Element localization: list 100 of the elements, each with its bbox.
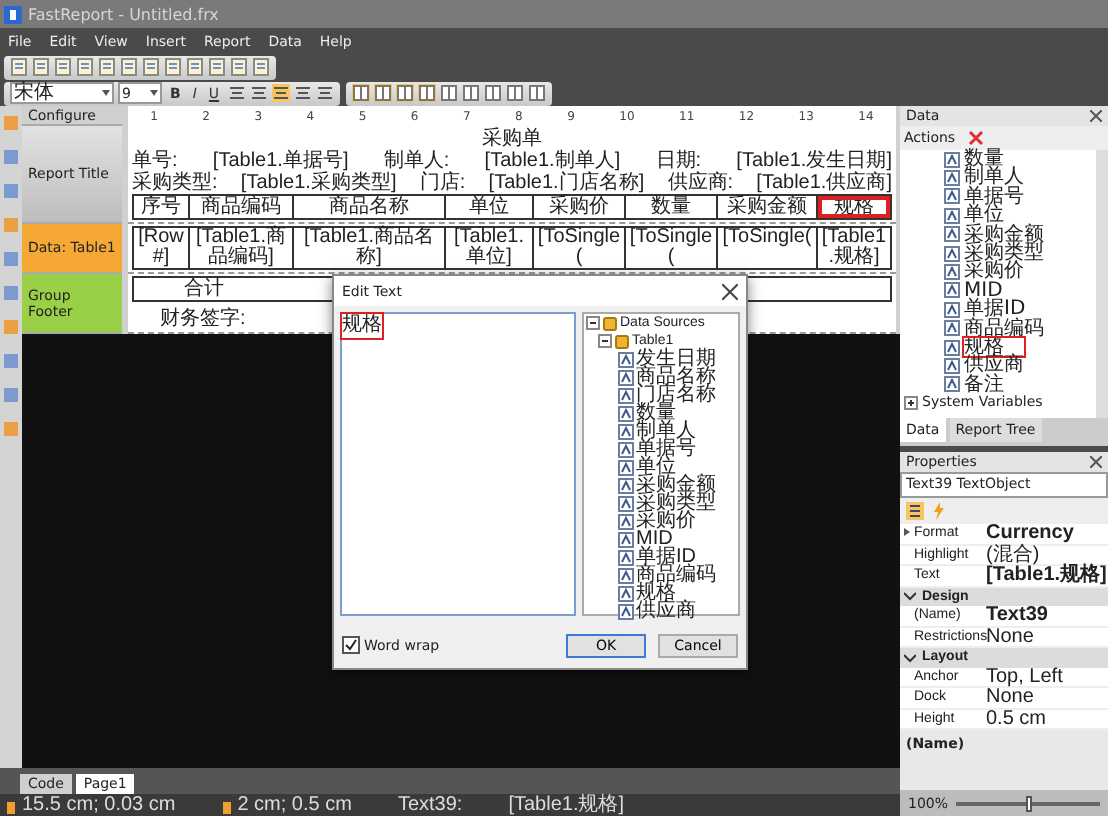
- page-icon[interactable]: [120, 58, 138, 76]
- tree-item[interactable]: 商品名称: [636, 368, 716, 386]
- tree-item[interactable]: 规格: [636, 584, 676, 602]
- tree-item[interactable]: 采购类型: [636, 494, 716, 512]
- close-icon[interactable]: [1090, 456, 1102, 468]
- close-icon[interactable]: [1090, 110, 1102, 122]
- report-text: [Table1.发生日期]: [736, 150, 892, 172]
- status-text: 2 cm; 0.5 cm: [237, 795, 352, 815]
- border-icon[interactable]: [483, 84, 502, 102]
- tree-item[interactable]: 数量: [636, 404, 676, 422]
- report-text: [Table1.门店名称]: [488, 172, 645, 194]
- tree-item[interactable]: 单据ID: [636, 548, 696, 566]
- page-icon[interactable]: [142, 58, 160, 76]
- table-cell: [Table1.商品名称]: [294, 228, 446, 268]
- align-icon[interactable]: [293, 84, 312, 102]
- property-value[interactable]: 0.5 cm: [986, 709, 1108, 728]
- table-cell-text: [Table1.规格]: [819, 228, 889, 268]
- sort-icon[interactable]: [906, 502, 924, 520]
- tree-item[interactable]: 商品编码: [964, 319, 1044, 338]
- tree-item[interactable]: MID: [964, 281, 1003, 301]
- tree-item[interactable]: 单位: [636, 458, 676, 476]
- report-text: [Table1.采购类型]: [240, 172, 397, 194]
- table-cell-text: 合计: [182, 278, 226, 300]
- tree-item[interactable]: MID: [636, 530, 673, 548]
- border-icon[interactable]: [417, 84, 436, 102]
- page-icon[interactable]: [98, 58, 116, 76]
- checkbox[interactable]: [342, 636, 360, 654]
- zoom-thumb[interactable]: [1025, 795, 1031, 811]
- property-value[interactable]: Currency: [986, 524, 1108, 543]
- tree-item[interactable]: 采购价: [964, 262, 1024, 282]
- status-text: 15.5 cm; 0.03 cm: [22, 795, 176, 815]
- status-text: [Table1.规格]: [508, 795, 625, 815]
- border-icon[interactable]: [527, 84, 546, 102]
- report-text: [Table1.供应商]: [756, 172, 892, 194]
- report-text: [Table1.制单人]: [484, 150, 621, 172]
- table-header-cell: 采购金额: [718, 196, 818, 218]
- border-icon[interactable]: [439, 84, 458, 102]
- document-icon[interactable]: [10, 58, 28, 76]
- tree-item[interactable]: 制单人: [636, 422, 696, 440]
- border-icon[interactable]: [351, 84, 370, 102]
- tree-item[interactable]: 供应商: [964, 356, 1024, 376]
- align-icon[interactable]: [227, 84, 246, 102]
- chevron-down-icon[interactable]: [904, 590, 916, 603]
- property-value[interactable]: Top, Left: [986, 667, 1108, 686]
- table-cell: [Table1.单位]: [446, 228, 534, 268]
- tree-item[interactable]: 单据号: [636, 440, 696, 458]
- property-value[interactable]: Text39: [986, 606, 1108, 625]
- table-cell: [Table1.商品编码]: [190, 228, 294, 268]
- close-icon[interactable]: [722, 283, 738, 299]
- border-icon[interactable]: [505, 84, 524, 102]
- table-header-cell: 商品名称: [294, 196, 446, 218]
- tree-item[interactable]: 发生日期: [636, 350, 716, 368]
- expand-icon[interactable]: [904, 396, 918, 411]
- property-value[interactable]: None: [986, 688, 1108, 707]
- report-text: 制单人:: [383, 150, 450, 172]
- chevron-down-icon[interactable]: [904, 651, 916, 664]
- border-icon[interactable]: [461, 84, 480, 102]
- app-icon: [4, 5, 22, 23]
- border-icon[interactable]: [395, 84, 414, 102]
- report-text: 单号:: [132, 150, 178, 172]
- property-value[interactable]: (混合): [986, 545, 1108, 564]
- tree-item[interactable]: 制单人: [964, 168, 1024, 188]
- window-title: FastReport - Untitled.frx: [28, 5, 219, 23]
- property-value[interactable]: None: [986, 627, 1108, 646]
- property-value[interactable]: [Table1.规格]: [986, 566, 1108, 585]
- editor-text: 规格: [342, 314, 382, 338]
- report-text: 财务签字:: [160, 308, 246, 330]
- tree-item[interactable]: 供应商: [636, 602, 696, 620]
- report-text: [Table1.单据号]: [212, 150, 349, 172]
- table-header-cell: 商品编码: [190, 196, 294, 218]
- tree-item[interactable]: 商品编码: [636, 566, 716, 584]
- align-icon[interactable]: [315, 84, 334, 102]
- tree-item[interactable]: 数量: [964, 150, 1004, 169]
- status-text: Text39:: [397, 795, 463, 815]
- table-cell: [ToSingle(: [626, 228, 718, 268]
- delete-icon[interactable]: [967, 130, 984, 146]
- font-combo[interactable]: 宋体: [10, 82, 114, 104]
- table-header-cell: 采购价: [534, 196, 626, 218]
- table-header-cell: 序号: [134, 196, 190, 218]
- report-text: 门店:: [419, 172, 466, 194]
- table-cell: [ToSingle(: [534, 228, 626, 268]
- align-icon[interactable]: [249, 84, 268, 102]
- table-header-cell: 单位: [446, 196, 534, 218]
- tree-item[interactable]: 采购价: [636, 512, 696, 530]
- align-icon[interactable]: [271, 84, 290, 102]
- report-text: 日期:: [655, 150, 702, 172]
- tree-item[interactable]: 单据ID: [964, 300, 1026, 320]
- page-icon[interactable]: [164, 58, 182, 76]
- collapse-icon[interactable]: [586, 316, 600, 330]
- tree-item[interactable]: 门店名称: [636, 386, 716, 404]
- border-icon[interactable]: [373, 84, 392, 102]
- collapse-icon[interactable]: [598, 334, 612, 348]
- tree-item[interactable]: 采购金额: [636, 476, 716, 494]
- tree-item[interactable]: 单位: [964, 206, 1004, 226]
- tree-item[interactable]: 采购金额: [964, 225, 1044, 244]
- tree-item[interactable]: 备注: [964, 375, 1004, 395]
- tree-item[interactable]: 单据号: [964, 187, 1024, 207]
- table-cell: [ToSingle(: [718, 228, 818, 268]
- text-editor-field[interactable]: 规格: [340, 312, 576, 616]
- tree-item[interactable]: 采购类型: [964, 243, 1044, 263]
